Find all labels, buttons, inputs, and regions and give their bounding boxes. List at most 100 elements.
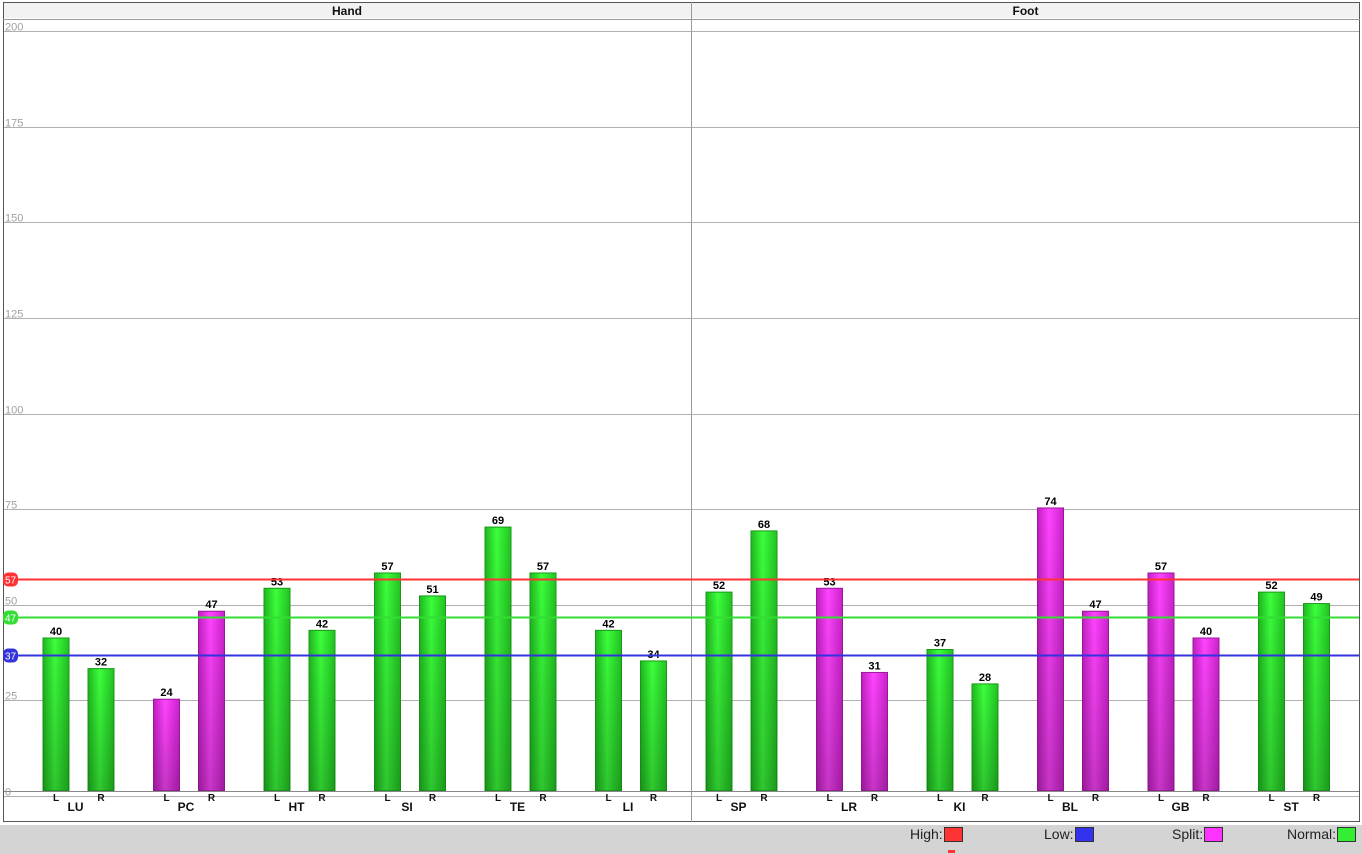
data-label-te-r: 57 [537, 561, 549, 573]
data-label-lr-l: 53 [823, 576, 835, 588]
side-label-r: R [208, 793, 216, 804]
bar-shade-ht-l [264, 588, 290, 791]
bar-shade-lu-l [43, 638, 69, 791]
bar-shade-lu-r [88, 668, 114, 791]
data-label-sp-l: 52 [713, 580, 725, 592]
data-label-pc-r: 47 [205, 599, 217, 611]
bar-shade-li-r [640, 660, 667, 791]
data-label-lu-l: 40 [50, 626, 62, 638]
bar-shade-pc-r [198, 611, 225, 791]
legend-low: Low: [1044, 823, 1094, 845]
legend-split-label: Split: [1172, 826, 1204, 842]
data-label-st-r: 49 [1310, 592, 1322, 604]
y-tick-label: 200 [5, 22, 23, 34]
data-label-pc-l: 24 [160, 687, 173, 699]
side-label-r: R [760, 793, 768, 804]
data-label-ht-r: 42 [316, 618, 328, 630]
data-label-ki-l: 37 [934, 637, 946, 649]
group-label-li: LI [623, 800, 634, 814]
side-label-l: L [384, 793, 390, 804]
side-label-l: L [1047, 793, 1053, 804]
data-label-si-r: 51 [426, 584, 438, 596]
side-label-r: R [539, 793, 547, 804]
bar-shade-ht-r [309, 630, 335, 791]
bar-shade-bl-r [1082, 611, 1109, 791]
side-label-l: L [163, 793, 169, 804]
legend-high-label: High: [910, 826, 943, 842]
data-label-si-l: 57 [381, 561, 393, 573]
group-label-ht: HT [289, 800, 306, 814]
bar-shade-sp-r [751, 530, 777, 791]
side-label-l: L [826, 793, 832, 804]
bar-shade-ki-l [927, 649, 953, 791]
side-label-l: L [495, 793, 501, 804]
group-label-sp: SP [730, 800, 746, 814]
legend-normal-label: Normal: [1287, 826, 1337, 842]
bar-shade-pc-l [153, 699, 180, 791]
legend-marker [948, 850, 955, 853]
bar-shade-gb-r [1193, 638, 1219, 791]
reference-value-low: 37 [5, 652, 17, 663]
y-tick-label: 0 [5, 787, 11, 799]
y-tick-label: 75 [5, 500, 17, 512]
bar-shade-li-l [595, 630, 622, 791]
panel-header-bg [4, 3, 1359, 18]
side-label-l: L [605, 793, 611, 804]
group-label-si: SI [401, 800, 412, 814]
data-label-st-l: 52 [1265, 580, 1277, 592]
data-label-ki-r: 28 [979, 672, 991, 684]
bar-shade-st-l [1258, 592, 1285, 791]
legend-high-swatch [943, 826, 963, 842]
group-label-st: ST [1283, 800, 1299, 814]
legend-low-label: Low: [1044, 826, 1074, 842]
side-label-r: R [1092, 793, 1100, 804]
bar-shade-lr-l [816, 588, 843, 791]
bar-chart: 0 25 50 75 100 125 150 175 200 Hand Foot 40 L 32 R LU 24… [3, 2, 1360, 822]
data-label-bl-l: 74 [1044, 496, 1057, 508]
group-label-bl: BL [1062, 800, 1078, 814]
bar-shade-te-l [485, 527, 511, 791]
panel-title-foot: Foot [1013, 4, 1039, 18]
legend-split: Split: [1172, 823, 1224, 845]
reference-value-high: 57 [5, 576, 17, 587]
side-label-l: L [1158, 793, 1164, 804]
bar-shade-gb-l [1148, 572, 1174, 791]
bar-shade-ki-r [972, 683, 998, 791]
panel-title-hand: Hand [332, 4, 362, 18]
y-tick-label: 150 [5, 213, 23, 225]
side-label-r: R [1313, 793, 1321, 804]
data-label-sp-r: 68 [758, 519, 770, 531]
data-label-gb-r: 40 [1200, 626, 1212, 638]
data-label-gb-l: 57 [1155, 561, 1167, 573]
reference-value-normal: 47 [5, 614, 17, 625]
legend-split-swatch [1204, 826, 1224, 842]
side-label-r: R [981, 793, 989, 804]
group-label-te: TE [510, 800, 525, 814]
side-label-r: R [650, 793, 658, 804]
side-label-l: L [1268, 793, 1274, 804]
bar-shade-si-l [374, 572, 401, 791]
side-label-l: L [716, 793, 722, 804]
data-label-lu-r: 32 [95, 657, 107, 669]
legend-low-swatch [1074, 826, 1094, 842]
bar-shade-sp-l [706, 592, 732, 791]
data-label-lr-r: 31 [868, 660, 880, 672]
legend-high: High: [910, 823, 963, 845]
y-tick-label: 25 [5, 691, 17, 703]
data-label-ht-l: 53 [271, 576, 283, 588]
y-tick-label: 175 [5, 118, 23, 130]
bar-shade-bl-l [1037, 507, 1064, 791]
group-label-lr: LR [841, 800, 857, 814]
y-tick-label: 50 [5, 596, 17, 608]
data-label-bl-r: 47 [1089, 599, 1101, 611]
side-label-r: R [1202, 793, 1210, 804]
bar-shade-te-r [530, 572, 556, 791]
side-label-l: L [53, 793, 59, 804]
group-label-pc: PC [178, 800, 195, 814]
y-tick-label: 125 [5, 309, 23, 321]
side-label-r: R [429, 793, 437, 804]
side-label-l: L [274, 793, 280, 804]
side-label-l: L [937, 793, 943, 804]
bar-shade-si-r [419, 595, 446, 791]
group-label-gb: GB [1172, 800, 1190, 814]
